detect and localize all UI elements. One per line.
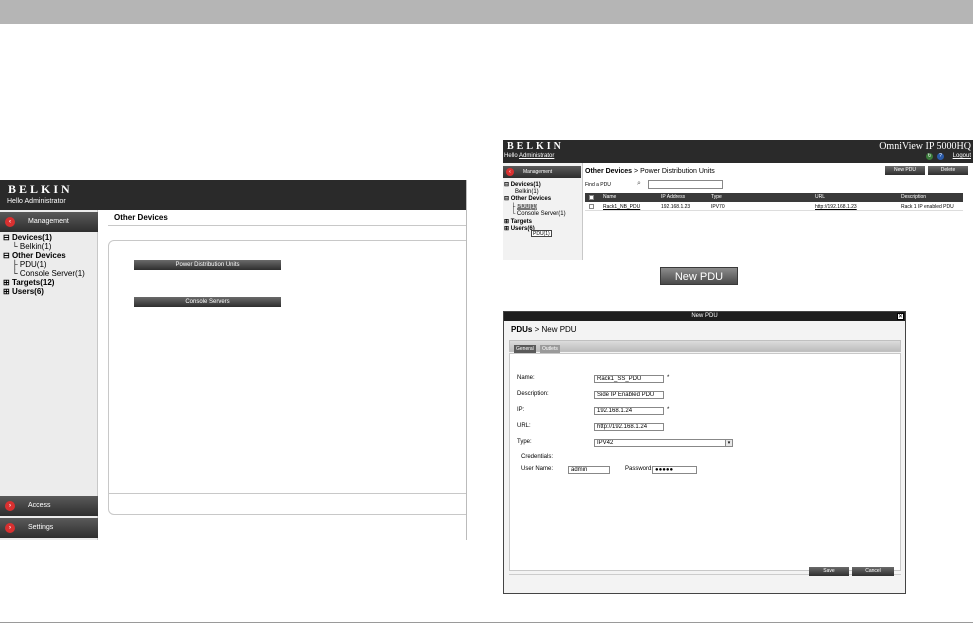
dialog-body: Name: Rack1_SS_PDU * Description: Side I… — [509, 353, 901, 571]
column-header-description[interactable]: Description — [901, 193, 926, 202]
description-input[interactable]: Side IP Enabled PDU — [594, 391, 664, 399]
tooltip: PDU(1) — [531, 230, 552, 237]
tab-outlets[interactable]: Outlets — [540, 345, 560, 353]
brand-logo: BELKIN — [507, 141, 564, 152]
new-pdu-button-closeup[interactable]: New PDU — [660, 267, 738, 285]
breadcrumb: PDUs > New PDU — [511, 325, 577, 334]
greeting: Hello Administrator — [504, 153, 555, 159]
name-input[interactable]: Rack1_SS_PDU — [594, 375, 664, 383]
access-panel-button[interactable]: › Access — [0, 496, 98, 516]
credentials-label: Credentials: — [521, 454, 554, 460]
required-mark: * — [667, 407, 670, 413]
dialog-title: New PDU — [504, 312, 905, 321]
refresh-icon[interactable]: ↻ — [926, 153, 933, 160]
find-label: Find a PDU — [585, 182, 611, 188]
ip-input[interactable]: 192.168.1.24 — [594, 407, 664, 415]
tree-item-console-server[interactable]: └ Console Server(1) — [12, 270, 85, 278]
new-pdu-dialog: New PDU ✕ PDUs > New PDU General Outlets… — [503, 311, 906, 594]
management-label: Management — [28, 218, 69, 225]
name-label: Name: — [517, 375, 535, 381]
page-title: Other Devices > Power Distribution Units — [585, 168, 715, 175]
tree-item-pdu[interactable]: ├ PDU(1) — [511, 204, 537, 210]
column-header-name[interactable]: Name — [603, 193, 616, 202]
tree-item-users[interactable]: ⊞ Users(6) — [3, 288, 44, 296]
settings-label: Settings — [28, 524, 54, 531]
close-icon[interactable]: ✕ — [897, 313, 904, 320]
column-header-url[interactable]: URL — [815, 193, 825, 202]
expand-icon: › — [5, 501, 15, 511]
expand-icon: › — [5, 523, 15, 533]
url-input[interactable]: http://192.168.1.24 — [594, 423, 664, 431]
tree-item-pdu[interactable]: ├ PDU(1) — [12, 261, 47, 269]
description-label: Description: — [517, 391, 549, 397]
ip-label: IP: — [517, 407, 525, 413]
power-distribution-units-button[interactable]: Power Distribution Units — [134, 260, 281, 270]
divider — [108, 225, 466, 226]
delete-button[interactable]: Delete — [928, 166, 968, 175]
type-select[interactable]: IPV42 ▾ — [594, 439, 733, 447]
settings-panel-button[interactable]: › Settings — [0, 518, 98, 538]
tree-item-targets[interactable]: ⊞ Targets — [504, 219, 532, 225]
tree-item-devices[interactable]: ⊟ Devices(1) — [3, 234, 52, 242]
username-input[interactable]: admin — [568, 466, 610, 474]
username-label: User Name: — [521, 466, 554, 472]
sidebar: ‹ Management ⊟ Devices(1) └ Belkin(1) ⊟ … — [0, 210, 98, 540]
management-panel-button[interactable]: ‹ Management — [503, 166, 581, 178]
other-devices-screenshot: BELKIN Hello Administrator ‹ Management … — [0, 180, 467, 540]
divider — [108, 493, 466, 494]
row-checkbox[interactable] — [589, 204, 594, 209]
search-icon[interactable]: ⌕ — [637, 180, 645, 188]
tab-bar: General Outlets — [509, 340, 901, 353]
app-header: BELKIN Hello Administrator — [0, 180, 466, 210]
console-servers-button[interactable]: Console Servers — [134, 297, 281, 307]
tree-item-belkin[interactable]: └ Belkin(1) — [12, 243, 51, 251]
new-pdu-button[interactable]: New PDU — [885, 166, 925, 175]
tree-item-targets[interactable]: ⊞ Targets(12) — [3, 279, 54, 287]
column-header-ip[interactable]: IP Address — [661, 193, 685, 202]
tree-item-devices[interactable]: ⊟ Devices(1) — [504, 182, 541, 188]
save-button[interactable]: Save — [809, 567, 849, 576]
tree-item-console-server[interactable]: └ Console Server(1) — [511, 211, 566, 217]
tree-item-other-devices[interactable]: ⊟ Other Devices — [3, 252, 66, 260]
top-gray-bar — [0, 0, 973, 24]
bottom-rule — [0, 622, 973, 623]
type-selected-value: IPV42 — [597, 440, 614, 446]
app-header: BELKIN Hello Administrator OmniView IP 5… — [503, 140, 973, 163]
select-all-checkbox[interactable] — [589, 195, 594, 200]
access-label: Access — [28, 502, 51, 509]
tab-general[interactable]: General — [514, 345, 536, 353]
required-mark: * — [667, 375, 670, 381]
logout-link[interactable]: Logout — [953, 153, 971, 159]
tree-item-belkin[interactable]: Belkin(1) — [515, 189, 539, 195]
content-panel — [108, 240, 466, 515]
pdu-list-screenshot: BELKIN Hello Administrator OmniView IP 5… — [503, 140, 973, 260]
url-label: URL: — [517, 423, 531, 429]
find-pdu-input[interactable] — [648, 180, 723, 189]
divider — [585, 210, 963, 211]
management-label: Management — [523, 169, 553, 175]
management-panel-button[interactable]: ‹ Management — [0, 212, 98, 232]
help-icon[interactable]: ? — [937, 153, 944, 160]
chevron-down-icon[interactable]: ▾ — [725, 440, 732, 446]
collapse-icon: ‹ — [5, 217, 15, 227]
password-input[interactable]: ●●●●● — [652, 466, 697, 474]
cancel-button[interactable]: Cancel — [852, 567, 894, 576]
product-name: OmniView IP 5000HQ — [879, 141, 971, 152]
password-label: Password: — [625, 466, 654, 472]
page-title: Other Devices — [114, 213, 168, 222]
tree-item-other-devices[interactable]: ⊟ Other Devices — [504, 196, 551, 202]
greeting: Hello Administrator — [7, 198, 66, 205]
user-link[interactable]: Administrator — [519, 153, 554, 159]
collapse-icon: ‹ — [506, 168, 514, 176]
column-header-type[interactable]: Type — [711, 193, 722, 202]
sidebar: ‹ Management ⊟ Devices(1) Belkin(1) ⊟ Ot… — [503, 163, 583, 260]
brand-logo: BELKIN — [8, 182, 73, 196]
type-label: Type: — [517, 439, 532, 445]
table-header: Name IP Address Type URL Description — [585, 193, 963, 202]
